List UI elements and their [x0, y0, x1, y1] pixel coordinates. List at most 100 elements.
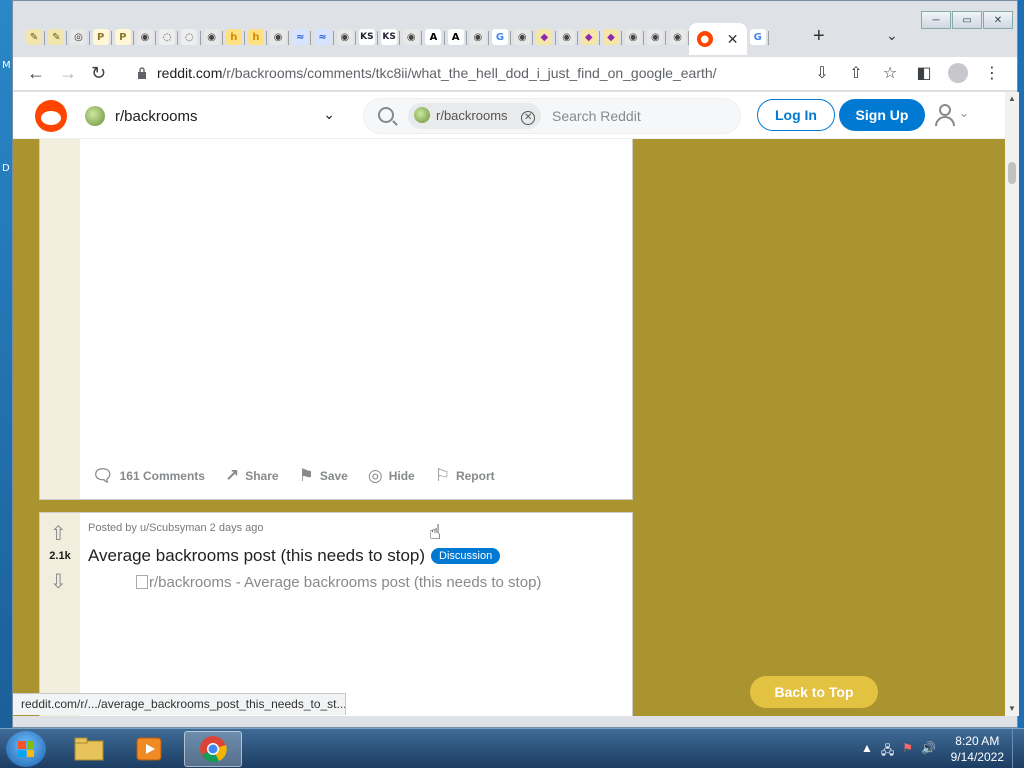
- browser-tab[interactable]: ◉: [467, 23, 490, 51]
- browser-tab-active[interactable]: ● ✕: [688, 23, 747, 55]
- a-icon: A: [425, 29, 442, 45]
- browser-tab[interactable]: ✎: [23, 23, 46, 51]
- browser-tab[interactable]: P: [90, 23, 112, 51]
- minimize-button[interactable]: ─: [921, 11, 951, 29]
- h-icon: h: [247, 29, 264, 45]
- browser-tab[interactable]: ◎: [67, 23, 90, 51]
- browser-tab[interactable]: ◉: [556, 23, 578, 51]
- browser-tab[interactable]: ◌: [178, 23, 201, 51]
- show-desktop-button[interactable]: [1012, 729, 1024, 768]
- browser-tab[interactable]: ◉: [400, 23, 423, 51]
- address-bar[interactable]: reddit.com/r/backrooms/comments/tkc8ii/w…: [123, 61, 923, 87]
- globe-icon: ◉: [469, 29, 486, 45]
- browser-tab[interactable]: A: [422, 23, 445, 51]
- downvote-icon[interactable]: ⇩: [50, 569, 67, 594]
- tray-expand-icon[interactable]: ▲: [861, 741, 873, 762]
- sidepanel-icon[interactable]: ◧: [907, 63, 941, 88]
- stripe-icon: ≈: [292, 29, 309, 45]
- browser-tab[interactable]: ◉: [622, 23, 645, 51]
- url-text: reddit.com/r/backrooms/comments/tkc8ii/w…: [157, 65, 717, 81]
- scrollbar-thumb[interactable]: [1008, 162, 1016, 184]
- media-player-icon[interactable]: [122, 731, 176, 767]
- google-icon: G: [492, 29, 509, 45]
- maximize-button[interactable]: ▭: [952, 11, 982, 29]
- scroll-down-icon[interactable]: ▼: [1008, 704, 1016, 713]
- new-tab-button[interactable]: +: [813, 25, 825, 48]
- report-button[interactable]: ⚐ Report: [435, 466, 495, 486]
- share-button[interactable]: ↗ Share: [225, 466, 279, 486]
- browser-tab[interactable]: ≈: [289, 23, 312, 51]
- profile-icon[interactable]: [941, 63, 975, 88]
- tab-search-chevron-icon[interactable]: ⌄: [886, 27, 898, 44]
- install-icon[interactable]: ⇩: [805, 63, 839, 88]
- globe-icon: ◉: [203, 29, 220, 45]
- browser-tab[interactable]: A: [445, 23, 467, 51]
- browser-tab[interactable]: ◉: [334, 23, 357, 51]
- share-icon[interactable]: ⇧: [839, 63, 873, 88]
- clear-scope-icon[interactable]: ✕: [521, 111, 536, 125]
- close-tab-icon[interactable]: ✕: [727, 31, 739, 48]
- scroll-up-icon[interactable]: ▲: [1008, 94, 1016, 103]
- chevron-down-icon: ⌄: [323, 106, 335, 122]
- save-label: Save: [319, 469, 348, 483]
- volume-icon[interactable]: 🔊: [921, 741, 936, 762]
- user-menu[interactable]: ⌄: [935, 104, 975, 128]
- browser-tab[interactable]: KS: [356, 23, 379, 51]
- reload-icon[interactable]: ↻: [91, 63, 106, 84]
- reddit-logo-icon[interactable]: [35, 100, 67, 132]
- browser-tab[interactable]: ◉: [267, 23, 290, 51]
- browser-tab[interactable]: G: [489, 23, 512, 51]
- post-title[interactable]: Average backrooms post (this needs to st…: [88, 546, 501, 566]
- browser-tab[interactable]: ◉: [201, 23, 223, 51]
- status-url: reddit.com/r/.../average_backrooms_post_…: [13, 693, 346, 715]
- browser-tab[interactable]: ◉: [511, 23, 534, 51]
- community-dropdown[interactable]: r/backrooms ⌄: [85, 102, 335, 130]
- hide-button[interactable]: ◎ Hide: [368, 466, 415, 486]
- globe-icon: ◉: [137, 29, 154, 45]
- search-scope-chip[interactable]: r/backrooms ✕: [408, 103, 542, 129]
- globe-icon: ◉: [669, 29, 686, 45]
- network-icon[interactable]: 🖧: [881, 741, 894, 762]
- save-button[interactable]: ⚑ Save: [299, 466, 348, 486]
- globe-icon: ◉: [647, 29, 664, 45]
- browser-tab[interactable]: ◉: [134, 23, 157, 51]
- search-bar[interactable]: r/backrooms ✕ Search Reddit: [363, 98, 741, 134]
- forward-arrow-icon[interactable]: →: [59, 63, 77, 84]
- post-card[interactable]: ⇧ 2.1k ⇩ Posted by u/Scubsyman 2 days ag…: [39, 512, 633, 716]
- browser-tab[interactable]: h: [223, 23, 246, 51]
- browser-tab[interactable]: ◆: [600, 23, 623, 51]
- star-icon[interactable]: ☆: [873, 63, 907, 88]
- browser-tab[interactable]: KS: [378, 23, 401, 51]
- browser-tab[interactable]: ◉: [644, 23, 667, 51]
- browser-tab[interactable]: ◆: [533, 23, 556, 51]
- browser-tab[interactable]: h: [245, 23, 268, 51]
- upvote-icon[interactable]: ⇧: [50, 521, 67, 546]
- community-icon: [414, 107, 430, 123]
- login-button[interactable]: Log In: [757, 99, 835, 131]
- post-image[interactable]: r/backrooms - Average backrooms post (th…: [136, 574, 541, 591]
- start-button[interactable]: [6, 731, 46, 767]
- action-center-icon[interactable]: ⚑: [902, 741, 913, 762]
- chrome-icon[interactable]: [184, 731, 242, 767]
- browser-tab[interactable]: ◉: [666, 23, 689, 51]
- back-to-top-button[interactable]: Back to Top: [750, 676, 878, 708]
- page-scrollbar[interactable]: ▲ ▼: [1005, 92, 1019, 716]
- tab-strip: ✎ ✎ ◎ P P ◉ ◌ ◌ ◉ h h ◉ ≈ ≈ ◉ KS KS ◉ A A ◉ G ◉ ◆ ◉ ◆ ◆ ◉ ◉ ◉ ● ✕ G + ⌄ …: [13, 1, 1017, 59]
- comments-button[interactable]: 🗨 161 Comments: [92, 466, 205, 486]
- browser-tab[interactable]: G: [747, 23, 770, 51]
- browser-tab[interactable]: ✎: [45, 23, 68, 51]
- clock[interactable]: 8:20 AM 9/14/2022: [951, 733, 1004, 765]
- browser-tab[interactable]: ≈: [311, 23, 334, 51]
- report-label: Report: [455, 469, 495, 483]
- flair-badge[interactable]: Discussion: [431, 548, 501, 564]
- browser-window: ✎ ✎ ◎ P P ◉ ◌ ◌ ◉ h h ◉ ≈ ≈ ◉ KS KS ◉ A A ◉ G ◉ ◆ ◉ ◆ ◆ ◉ ◉ ◉ ● ✕ G + ⌄ …: [12, 0, 1019, 728]
- close-window-button[interactable]: ✕: [983, 11, 1013, 29]
- signup-button[interactable]: Sign Up: [839, 99, 925, 131]
- browser-tab[interactable]: ◆: [578, 23, 601, 51]
- spiral-icon: ◌: [159, 29, 176, 45]
- menu-icon[interactable]: ⋮: [975, 63, 1009, 88]
- explorer-icon[interactable]: [62, 731, 116, 767]
- browser-tab[interactable]: ◌: [156, 23, 179, 51]
- back-arrow-icon[interactable]: ←: [27, 63, 45, 84]
- browser-tab[interactable]: P: [112, 23, 135, 51]
